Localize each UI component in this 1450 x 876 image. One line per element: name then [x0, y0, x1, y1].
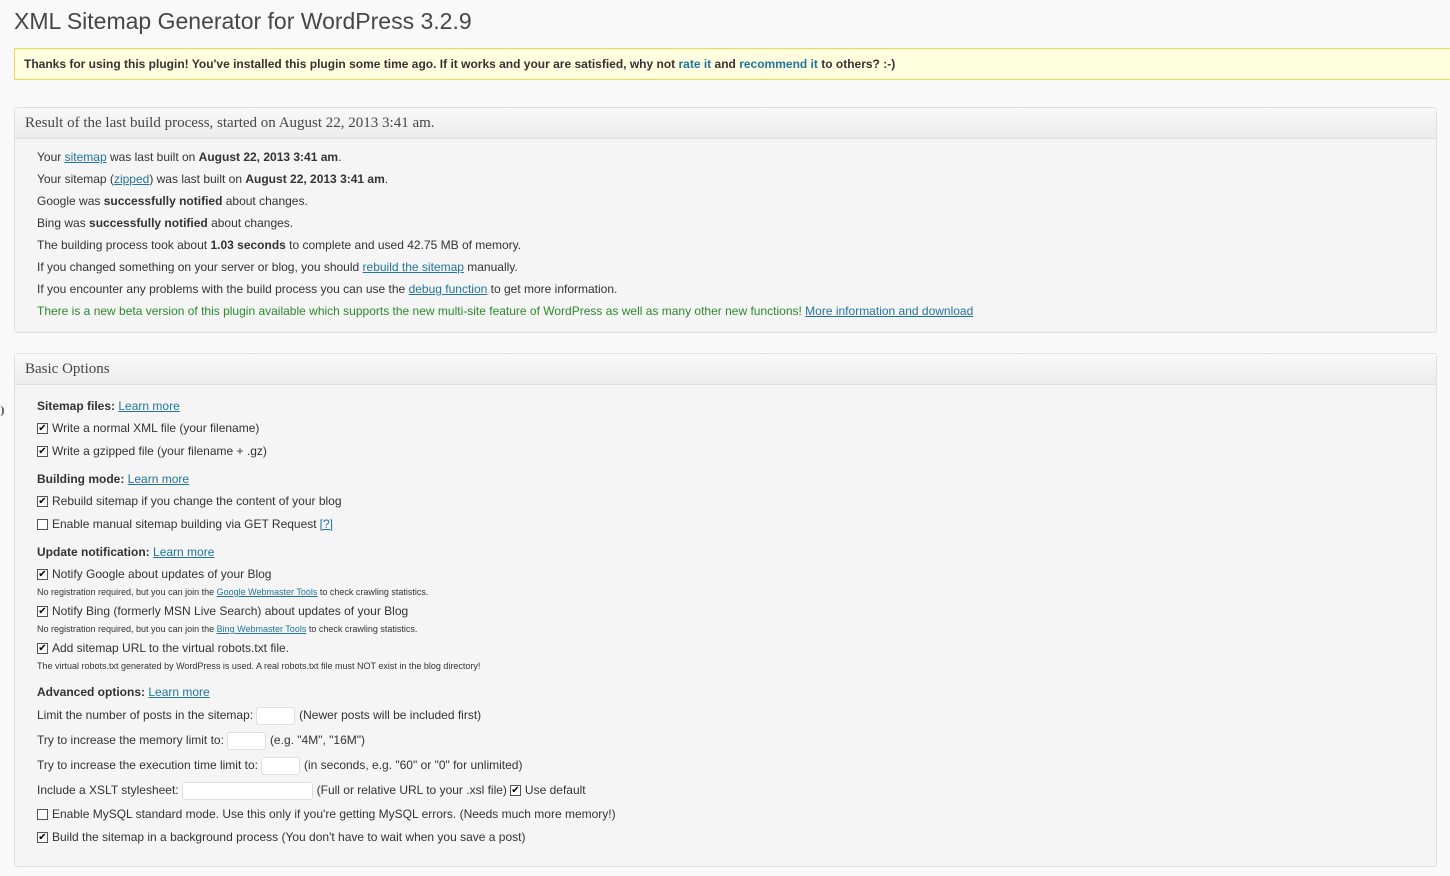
- limit-posts-input[interactable]: [256, 706, 296, 725]
- bing-hint: No registration required, but you can jo…: [37, 624, 418, 634]
- notice-text: and: [711, 57, 740, 71]
- basic-options-content: Sitemap files: Learn more ✔ Write a norma…: [15, 385, 1436, 849]
- result-line-bing: Bing was successfully notified about cha…: [37, 216, 294, 230]
- build-results-heading: Result of the last build process, starte…: [15, 108, 1436, 139]
- execution-time-row: Try to increase the execution time limit…: [37, 753, 1436, 778]
- xslt-row: Include a XSLT stylesheet: (Full or relat…: [37, 778, 1436, 803]
- update-notification-learn-more-link[interactable]: Learn more: [153, 545, 214, 559]
- result-line-duration: The building process took about 1.03 sec…: [37, 238, 522, 252]
- rate-it-link[interactable]: rate it: [679, 57, 712, 71]
- basic-options-heading: Basic Options: [15, 354, 1436, 385]
- zipped-sitemap-link[interactable]: zipped: [114, 172, 149, 186]
- write-xml-checkbox[interactable]: ✔: [37, 423, 48, 434]
- manual-build-help-link[interactable]: [?]: [320, 513, 333, 536]
- xslt-url-input[interactable]: [181, 781, 313, 800]
- debug-function-link[interactable]: debug function: [409, 282, 488, 296]
- notify-google-checkbox[interactable]: ✔: [37, 569, 48, 580]
- beta-download-link[interactable]: More information and download: [805, 304, 973, 318]
- result-line-sitemap: Your sitemap was last built on August 22…: [37, 150, 342, 164]
- sitemap-files-learn-more-link[interactable]: Learn more: [118, 399, 179, 413]
- execution-time-input[interactable]: [260, 756, 300, 775]
- building-mode-heading: Building mode: Learn more: [37, 472, 190, 486]
- build-results-list: Your sitemap was last built on August 22…: [15, 139, 1436, 322]
- result-line-beta: There is a new beta version of this plug…: [37, 304, 974, 318]
- background-process-option[interactable]: ✔ Build the sitemap in a background proce…: [37, 826, 1436, 849]
- manual-build-option[interactable]: Enable manual sitemap building via GET R…: [37, 513, 1436, 536]
- robots-txt-option[interactable]: ✔ Add sitemap URL to the virtual robots.t…: [37, 637, 1436, 660]
- basic-options-box: Basic Options Sitemap files: Learn more …: [14, 353, 1437, 867]
- background-process-checkbox[interactable]: ✔: [37, 832, 48, 843]
- write-gzip-option[interactable]: ✔ Write a gzipped file (your filename + .…: [37, 440, 1436, 463]
- result-line-debug: If you encounter any problems with the b…: [37, 282, 618, 296]
- robots-hint: The virtual robots.txt generated by Word…: [37, 661, 481, 671]
- advanced-options-learn-more-link[interactable]: Learn more: [148, 685, 209, 699]
- mysql-mode-checkbox[interactable]: [37, 809, 48, 820]
- page-title: XML Sitemap Generator for WordPress 3.2.…: [14, 8, 472, 34]
- rating-notice: Thanks for using this plugin! You've ins…: [14, 48, 1450, 80]
- result-line-rebuild: If you changed something on your server …: [37, 260, 518, 274]
- write-xml-option[interactable]: ✔ Write a normal XML file (your filename): [37, 417, 1436, 440]
- robots-txt-checkbox[interactable]: ✔: [37, 643, 48, 654]
- bing-webmaster-tools-link[interactable]: Bing Webmaster Tools: [217, 624, 307, 634]
- notify-bing-option[interactable]: ✔ Notify Bing (formerly MSN Live Search) …: [37, 600, 1436, 623]
- notice-text: Thanks for using this plugin! You've ins…: [24, 57, 679, 71]
- recommend-it-link[interactable]: recommend it: [739, 57, 818, 71]
- rebuild-on-change-checkbox[interactable]: ✔: [37, 496, 48, 507]
- building-mode-learn-more-link[interactable]: Learn more: [128, 472, 189, 486]
- memory-limit-input[interactable]: [226, 731, 266, 750]
- result-line-zipped: Your sitemap (zipped) was last built on …: [37, 172, 389, 186]
- notice-text: to others? :-): [817, 57, 896, 71]
- google-hint: No registration required, but you can jo…: [37, 587, 429, 597]
- manual-build-checkbox[interactable]: [37, 519, 48, 530]
- notify-google-option[interactable]: ✔ Notify Google about updates of your Blo…: [37, 563, 1436, 586]
- build-results-box: Result of the last build process, starte…: [14, 107, 1437, 333]
- sitemap-link[interactable]: sitemap: [65, 150, 107, 164]
- write-gzip-checkbox[interactable]: ✔: [37, 446, 48, 457]
- mysql-mode-option[interactable]: Enable MySQL standard mode. Use this onl…: [37, 803, 1436, 826]
- advanced-options-heading: Advanced options: Learn more: [37, 685, 210, 699]
- collapse-handle-icon[interactable]: [0, 406, 4, 416]
- rebuild-sitemap-link[interactable]: rebuild the sitemap: [363, 260, 464, 274]
- xslt-use-default-checkbox[interactable]: ✔: [509, 785, 521, 796]
- update-notification-heading: Update notification: Learn more: [37, 545, 215, 559]
- sitemap-files-heading: Sitemap files: Learn more: [37, 399, 180, 413]
- rebuild-on-change-option[interactable]: ✔ Rebuild sitemap if you change the conte…: [37, 490, 1436, 513]
- memory-limit-row: Try to increase the memory limit to: (e.g…: [37, 728, 1436, 753]
- notify-bing-checkbox[interactable]: ✔: [37, 606, 48, 617]
- result-line-google: Google was successfully notified about c…: [37, 194, 308, 208]
- limit-posts-row: Limit the number of posts in the sitemap…: [37, 703, 1436, 728]
- google-webmaster-tools-link[interactable]: Google Webmaster Tools: [217, 587, 318, 597]
